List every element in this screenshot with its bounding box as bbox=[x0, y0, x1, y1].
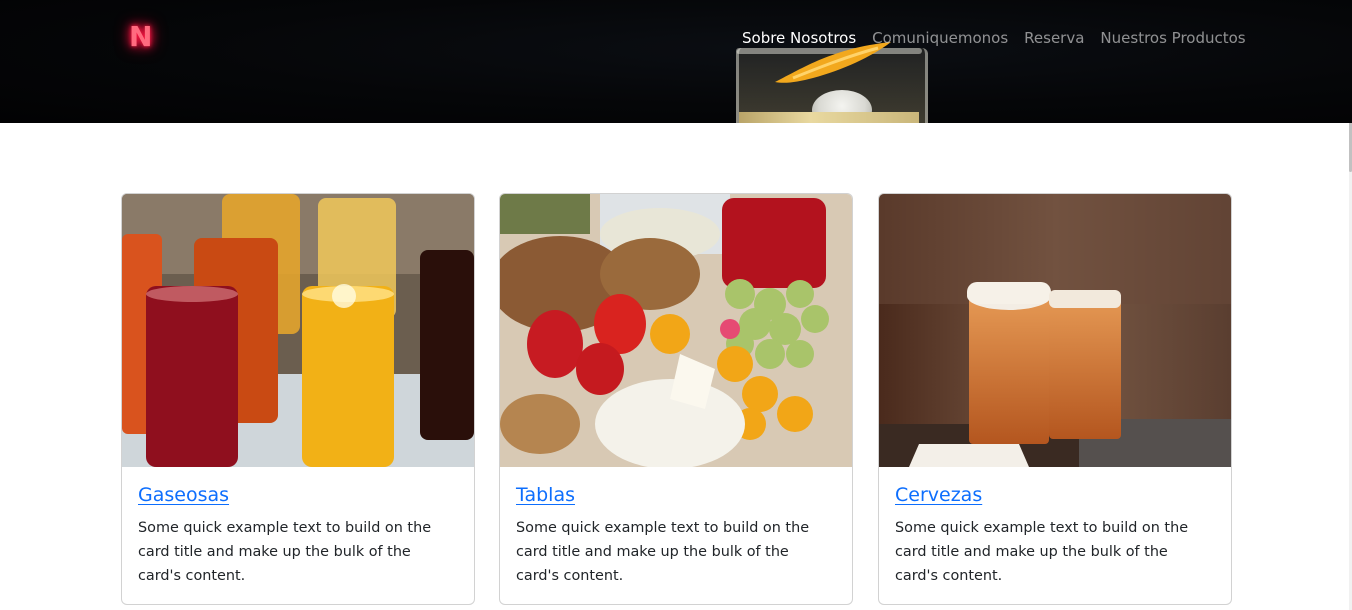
card-cervezas: Cervezas Some quick example text to buil… bbox=[878, 193, 1232, 605]
nav-link-sobre-nosotros[interactable]: Sobre Nosotros bbox=[742, 28, 864, 48]
beer-glasses-image bbox=[879, 194, 1231, 467]
card-tablas: Tablas Some quick example text to build … bbox=[499, 193, 853, 605]
soft-drinks-image bbox=[122, 194, 474, 467]
nav-link-comuniquemonos[interactable]: Comuniquemonos bbox=[864, 28, 1016, 48]
card-text-tablas: Some quick example text to build on the … bbox=[516, 520, 810, 584]
main-nav: Sobre Nosotros Comuniquemonos Reserva Nu… bbox=[742, 28, 1254, 48]
nav-link-nuestros-productos[interactable]: Nuestros Productos bbox=[1092, 28, 1253, 48]
card-text-gaseosas: Some quick example text to build on the … bbox=[138, 520, 432, 584]
card-text-cervezas: Some quick example text to build on the … bbox=[895, 520, 1189, 584]
card-title-gaseosas[interactable]: Gaseosas bbox=[138, 484, 229, 506]
card-gaseosas: Gaseosas Some quick example text to buil… bbox=[121, 193, 475, 605]
card-title-tablas[interactable]: Tablas bbox=[516, 484, 575, 506]
drink-liquid bbox=[739, 112, 919, 123]
brand-logo[interactable]: N bbox=[129, 20, 152, 53]
card-title-cervezas[interactable]: Cervezas bbox=[895, 484, 982, 506]
cheese-board-image bbox=[500, 194, 852, 467]
hero-header: N Sobre Nosotros Comuniquemonos Reserva … bbox=[0, 0, 1352, 123]
nav-link-reserva[interactable]: Reserva bbox=[1016, 28, 1092, 48]
